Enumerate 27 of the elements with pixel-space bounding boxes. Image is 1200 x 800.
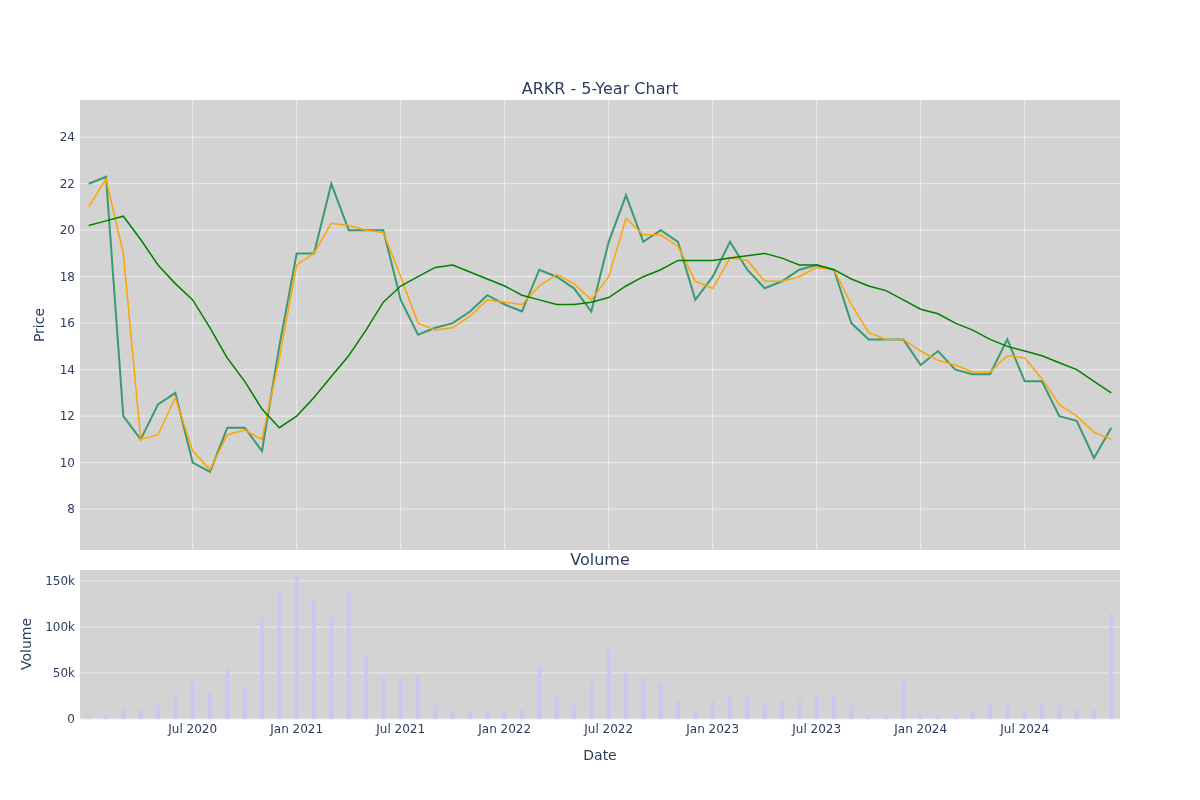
chart-title: ARKR - 5-Year Chart	[521, 79, 679, 98]
x-tick-label: Jul 2022	[584, 722, 634, 736]
y-axis-label: Price	[31, 307, 47, 343]
y-tick-label: 24	[59, 130, 75, 145]
y-tick-label: 100k	[45, 620, 75, 634]
x-tick-label: Jul 2021	[376, 722, 426, 736]
x-tick-label: Jan 2023	[686, 722, 740, 736]
y-axis-label: Volume	[18, 617, 34, 671]
y-tick-label: 18	[59, 269, 75, 284]
x-tick-label: Jul 2024	[1000, 722, 1050, 736]
x-tick-label: Jan 2021	[270, 722, 324, 736]
chart-title: Volume	[570, 552, 630, 569]
y-tick-label: 16	[59, 316, 75, 331]
y-tick-label: 10	[59, 455, 75, 470]
x-axis-label: Date	[583, 747, 617, 763]
x-tick-label: Jul 2023	[792, 722, 842, 736]
y-tick-label: 8	[67, 502, 75, 517]
y-tick-label: 22	[59, 176, 75, 191]
y-tick-label: 150k	[45, 574, 75, 589]
y-tick-label: 14	[59, 362, 75, 377]
y-tick-label: 50k	[52, 666, 75, 680]
x-tick-label: Jul 2020	[168, 722, 218, 736]
y-tick-label: 20	[59, 223, 75, 238]
x-tick-label: Jan 2024	[894, 722, 948, 736]
y-tick-label: 12	[59, 409, 75, 424]
x-tick-label: Jan 2022	[478, 722, 532, 736]
y-tick-label: 0	[67, 712, 75, 726]
